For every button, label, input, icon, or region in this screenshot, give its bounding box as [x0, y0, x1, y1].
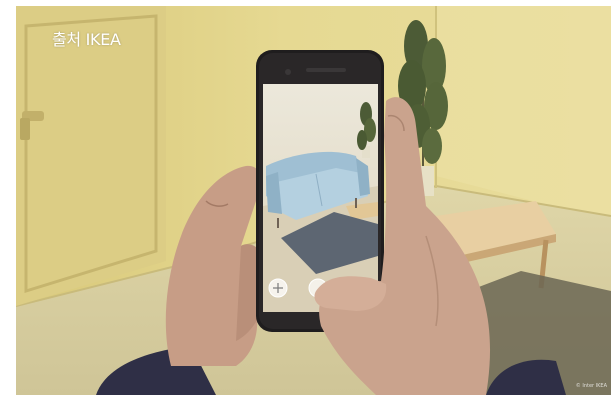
- image-watermark: © Inter IKEA: [575, 383, 607, 389]
- door-icon: [16, 6, 166, 306]
- image-caption: 출처 IKEA: [52, 30, 121, 49]
- ikea-ar-photo: [16, 6, 611, 395]
- ar-button-icon[interactable]: [268, 278, 288, 298]
- photo-frame: 출처 IKEA © Inter IKEA: [16, 6, 611, 395]
